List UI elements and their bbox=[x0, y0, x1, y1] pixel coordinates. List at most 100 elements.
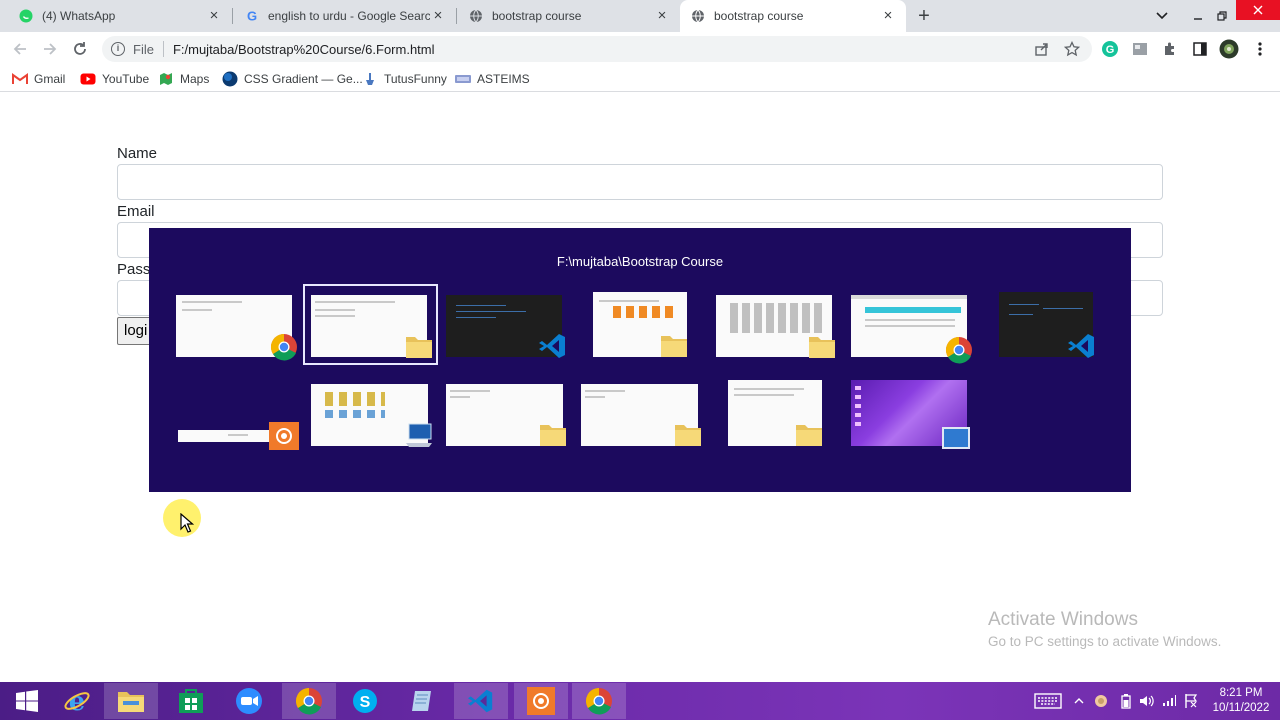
vscode-icon bbox=[1068, 334, 1094, 358]
side-panel-icon[interactable] bbox=[1190, 39, 1210, 59]
maps-icon bbox=[158, 71, 174, 87]
close-tab-icon[interactable]: × bbox=[880, 8, 896, 24]
zoom-icon[interactable] bbox=[222, 683, 276, 719]
chrome-menu-icon[interactable] bbox=[1250, 39, 1270, 59]
globe-icon bbox=[468, 8, 484, 24]
window-switcher: F:\mujtaba\Bootstrap Course bbox=[149, 228, 1131, 492]
name-label: Name bbox=[117, 145, 158, 162]
site-info-icon[interactable]: i bbox=[111, 42, 125, 56]
email-label: Email bbox=[117, 203, 155, 220]
tab-divider bbox=[456, 8, 457, 24]
tab-bootstrap-course-active[interactable]: bootstrap course × bbox=[680, 0, 906, 32]
skype-icon[interactable]: S bbox=[338, 683, 392, 719]
bookmark-label: YouTube bbox=[102, 72, 150, 86]
tab-whatsapp[interactable]: (4) WhatsApp × bbox=[8, 0, 232, 32]
whatsapp-icon bbox=[18, 8, 34, 24]
tab-title: (4) WhatsApp bbox=[42, 9, 116, 23]
watermark-title: Activate Windows bbox=[988, 609, 1138, 630]
onedrive-icon[interactable] bbox=[1092, 682, 1110, 720]
youtube-icon bbox=[80, 71, 96, 87]
bookmark-asteims[interactable]: ASTEIMS bbox=[455, 70, 530, 88]
vscode-icon[interactable] bbox=[454, 683, 508, 719]
password-label: Pass bbox=[117, 261, 151, 278]
bookmark-label: Gmail bbox=[34, 72, 66, 86]
chrome-icon bbox=[270, 333, 297, 361]
recorder-icon bbox=[269, 422, 299, 450]
watermark-subtitle: Go to PC settings to activate Windows. bbox=[988, 634, 1222, 649]
volume-icon[interactable] bbox=[1138, 682, 1156, 720]
bookmark-tutusfunny[interactable]: TutusFunny bbox=[362, 70, 447, 88]
chrome-profile-icon[interactable] bbox=[572, 683, 626, 719]
profile-avatar-icon[interactable] bbox=[1219, 39, 1239, 59]
internet-explorer-icon[interactable]: e bbox=[50, 683, 104, 719]
new-tab-button[interactable]: + bbox=[914, 6, 934, 26]
close-tab-icon[interactable]: × bbox=[206, 8, 222, 24]
clock-date: 10/11/2022 bbox=[1212, 702, 1270, 714]
bookmark-label: TutusFunny bbox=[384, 72, 447, 86]
gradient-icon bbox=[222, 71, 238, 87]
show-hidden-icons-icon[interactable] bbox=[1072, 682, 1086, 720]
back-icon[interactable] bbox=[10, 39, 30, 59]
tab-title: bootstrap course bbox=[492, 9, 582, 23]
tab-strip: (4) WhatsApp × G english to urdu - Googl… bbox=[0, 0, 1280, 32]
bookmark-maps[interactable]: Maps bbox=[158, 70, 209, 88]
this-pc-icon bbox=[406, 423, 432, 447]
svg-text:S: S bbox=[360, 694, 371, 711]
bookmark-gmail[interactable]: Gmail bbox=[12, 70, 65, 88]
folder-icon bbox=[796, 425, 822, 446]
bookmark-youtube[interactable]: YouTube bbox=[80, 70, 149, 88]
windows-taskbar: e S 8:21 PM 10/11/2022 bbox=[0, 682, 1280, 720]
store-icon[interactable] bbox=[164, 683, 218, 719]
file-explorer-icon[interactable] bbox=[104, 683, 158, 719]
recorder-icon[interactable] bbox=[514, 683, 568, 719]
folder-icon bbox=[809, 337, 835, 358]
switcher-title: F:\mujtaba\Bootstrap Course bbox=[556, 254, 724, 269]
url-text[interactable]: F:/mujtaba/Bootstrap%20Course/6.Form.htm… bbox=[173, 42, 435, 57]
bookmark-star-icon[interactable] bbox=[1062, 39, 1082, 59]
reload-icon[interactable] bbox=[70, 39, 90, 59]
browser-toolbar: i File F:/mujtaba/Bootstrap%20Course/6.F… bbox=[0, 32, 1280, 66]
extensions-puzzle-icon[interactable] bbox=[1160, 39, 1180, 59]
close-tab-icon[interactable]: × bbox=[430, 8, 446, 24]
tab-title: english to urdu - Google Search bbox=[268, 9, 430, 23]
vscode-icon bbox=[539, 334, 565, 358]
url-scheme-label: File bbox=[133, 41, 154, 57]
globe-icon bbox=[690, 8, 706, 24]
activate-windows-watermark: Activate Windows Go to PC settings to ac… bbox=[988, 609, 1221, 649]
desktop-icon bbox=[942, 427, 970, 449]
tab-search-icon[interactable] bbox=[1152, 0, 1172, 32]
bookmarks-bar: Gmail YouTube Maps CSS Gradient — Ge... … bbox=[0, 66, 1280, 92]
keyboard-icon[interactable] bbox=[1032, 682, 1064, 720]
bookmark-css-gradient[interactable]: CSS Gradient — Ge... bbox=[222, 70, 363, 88]
folder-icon bbox=[661, 336, 687, 357]
bookmark-label: ASTEIMS bbox=[477, 72, 530, 86]
grammarly-icon[interactable]: G bbox=[1100, 39, 1120, 59]
restore-icon[interactable] bbox=[1212, 0, 1232, 32]
network-icon[interactable] bbox=[1160, 682, 1178, 720]
extension-image-icon[interactable] bbox=[1130, 39, 1150, 59]
address-bar[interactable]: i File F:/mujtaba/Bootstrap%20Course/6.F… bbox=[102, 36, 1092, 62]
minimize-icon[interactable] bbox=[1188, 0, 1208, 32]
svg-text:e: e bbox=[69, 687, 86, 715]
svg-text:G: G bbox=[247, 9, 257, 23]
name-input[interactable] bbox=[117, 164, 1163, 200]
start-icon[interactable] bbox=[0, 683, 54, 719]
action-center-flag-icon[interactable] bbox=[1182, 682, 1200, 720]
battery-icon[interactable] bbox=[1118, 682, 1134, 720]
system-clock[interactable]: 8:21 PM 10/11/2022 bbox=[1206, 686, 1276, 716]
gmail-icon bbox=[12, 71, 28, 87]
omnibox-divider bbox=[162, 41, 164, 57]
google-icon: G bbox=[244, 8, 260, 24]
folder-icon bbox=[675, 425, 701, 446]
notepad-icon[interactable] bbox=[396, 683, 450, 719]
chrome-icon[interactable] bbox=[282, 683, 336, 719]
folder-icon bbox=[540, 425, 566, 446]
share-icon[interactable] bbox=[1032, 39, 1052, 59]
forward-icon[interactable] bbox=[40, 39, 60, 59]
tab-bootstrap-course[interactable]: bootstrap course × bbox=[458, 0, 680, 32]
tab-divider bbox=[232, 8, 233, 24]
close-tab-icon[interactable]: × bbox=[654, 8, 670, 24]
tab-google-search[interactable]: G english to urdu - Google Search × bbox=[234, 0, 456, 32]
close-window-icon[interactable] bbox=[1236, 0, 1280, 20]
folder-icon bbox=[406, 337, 432, 358]
